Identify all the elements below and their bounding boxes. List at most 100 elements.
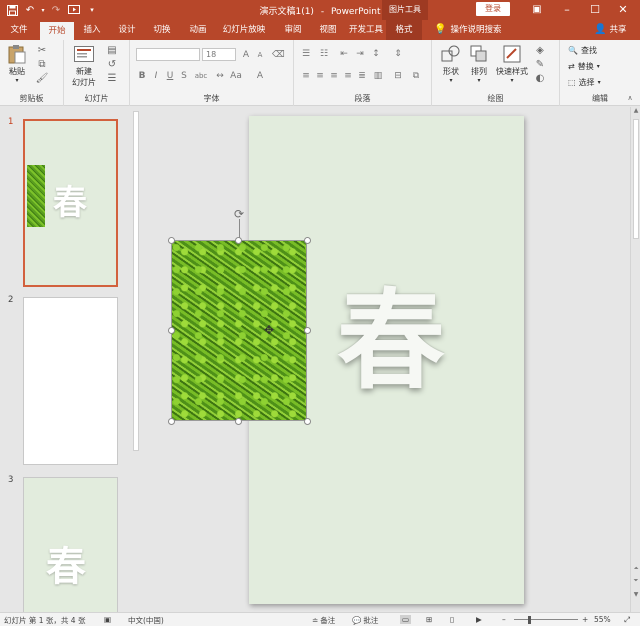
ribbon-display-options-icon[interactable]: ▣ [522, 0, 552, 20]
strikethrough-icon[interactable]: abc [192, 70, 210, 82]
align-right-icon[interactable]: ≡ [328, 70, 340, 82]
tab-design[interactable]: 设计 [112, 20, 142, 40]
zoom-slider-track[interactable] [514, 619, 578, 620]
shape-fill-icon[interactable]: ◈ [534, 44, 546, 56]
tab-animations[interactable]: 动画 [183, 20, 213, 40]
text-direction-icon[interactable]: ⇕ [392, 48, 404, 60]
columns-icon[interactable]: ▥ [372, 70, 384, 82]
zoom-out-icon[interactable]: – [502, 615, 506, 624]
language-indicator[interactable]: 中文(中国) [128, 615, 164, 626]
tab-view[interactable]: 视图 [313, 20, 343, 40]
tab-home[interactable]: 开始 [40, 22, 74, 40]
shadow-icon[interactable]: S [178, 70, 190, 82]
editing-scrollbar[interactable]: ▲ ⏶ ⏷ ▼ [630, 107, 640, 612]
resize-handle-bottom[interactable] [235, 418, 242, 425]
slide-sorter-icon[interactable]: ⊞ [426, 615, 432, 624]
tab-transitions[interactable]: 切换 [147, 20, 177, 40]
reading-view-icon[interactable]: ▯ [450, 615, 454, 624]
italic-icon[interactable]: I [150, 70, 162, 82]
normal-view-icon[interactable]: ▭ [400, 615, 412, 624]
paste-button[interactable]: 粘贴 ▾ [4, 44, 30, 84]
editing-scroll-thumb[interactable] [633, 119, 639, 239]
section-icon[interactable]: ☰ [106, 72, 118, 84]
tell-me-search[interactable]: 💡 操作说明搜索 [434, 20, 501, 40]
copy-icon[interactable]: ⧉ [36, 58, 48, 70]
resize-handle-bottom-left[interactable] [168, 418, 175, 425]
tab-slideshow[interactable]: 幻灯片放映 [220, 20, 268, 40]
scroll-up-icon[interactable]: ▲ [632, 107, 640, 114]
zoom-slider-thumb[interactable] [528, 616, 531, 624]
zoom-level[interactable]: 55% [594, 615, 611, 624]
font-name-input[interactable] [136, 48, 200, 61]
arrange-button[interactable]: 排列 ▾ [466, 44, 492, 84]
tab-insert[interactable]: 插入 [77, 20, 107, 40]
close-icon[interactable]: ✕ [608, 0, 638, 20]
tab-file[interactable]: 文件 [4, 20, 34, 40]
underline-icon[interactable]: U [164, 70, 176, 82]
tab-developer[interactable]: 开发工具 [346, 20, 386, 40]
thumbnail-scroll-thumb[interactable] [133, 111, 139, 451]
font-color-icon[interactable]: A [254, 70, 266, 82]
distributed-icon[interactable]: ≣ [356, 70, 368, 82]
scroll-prev-slide-icon[interactable]: ⏶ [632, 565, 640, 573]
character-spacing-icon[interactable]: ↔ [214, 70, 226, 82]
format-painter-icon[interactable]: 🖌 [36, 72, 49, 84]
smartart-icon[interactable]: ⧉ [410, 70, 422, 82]
align-center-icon[interactable]: ≡ [314, 70, 326, 82]
decrease-font-icon[interactable]: A [254, 49, 266, 61]
maximize-icon[interactable]: ☐ [580, 0, 610, 20]
quick-styles-button[interactable]: 快速样式 ▾ [494, 44, 530, 84]
bold-icon[interactable]: B [136, 70, 148, 82]
change-case-icon[interactable]: Aa [230, 70, 242, 82]
resize-handle-top-right[interactable] [304, 237, 311, 244]
font-size-input[interactable]: 18 [202, 48, 236, 61]
numbering-icon[interactable]: ☷ [318, 48, 330, 60]
justify-icon[interactable]: ≡ [342, 70, 354, 82]
decrease-indent-icon[interactable]: ⇤ [338, 48, 350, 60]
increase-indent-icon[interactable]: ⇥ [354, 48, 366, 60]
cut-icon[interactable]: ✂ [36, 44, 48, 56]
find-button[interactable]: 🔍 查找 [568, 45, 597, 56]
comments-button[interactable]: 💬 批注 [352, 615, 378, 626]
scroll-down-icon[interactable]: ▼ [632, 591, 640, 598]
resize-handle-top-left[interactable] [168, 237, 175, 244]
replace-button[interactable]: ⇄ 替换 ▾ [568, 61, 600, 72]
slide-thumbnail-1[interactable]: 春 [23, 119, 118, 287]
align-text-icon[interactable]: ⊟ [392, 70, 404, 82]
spell-check-icon[interactable]: ▣ [104, 615, 111, 624]
paste-label: 粘贴 [9, 67, 25, 76]
minimize-icon[interactable]: – [552, 0, 582, 20]
resize-handle-top[interactable] [235, 237, 242, 244]
collapse-ribbon-icon[interactable]: ∧ [624, 92, 636, 104]
slide-text[interactable]: 春 [331, 271, 451, 411]
resize-handle-right[interactable] [304, 327, 311, 334]
zoom-in-icon[interactable]: + [582, 615, 588, 624]
thumbnail-scrollbar[interactable] [131, 107, 141, 612]
new-slide-button[interactable]: 新建 幻灯片 [68, 44, 100, 88]
resize-handle-bottom-right[interactable] [304, 418, 311, 425]
rotate-handle-icon[interactable]: ⟳ [233, 208, 245, 220]
slideshow-view-icon[interactable]: ▶ [476, 615, 482, 624]
shape-outline-icon[interactable]: ✎ [534, 58, 546, 70]
increase-font-icon[interactable]: A [240, 49, 252, 61]
slide-thumbnail-2[interactable] [23, 297, 118, 465]
resize-handle-left[interactable] [168, 327, 175, 334]
tab-format[interactable]: 格式 [386, 20, 422, 40]
clear-format-icon[interactable]: ⌫ [272, 49, 285, 61]
login-button[interactable]: 登录 [476, 2, 510, 16]
scroll-next-slide-icon[interactable]: ⏷ [632, 577, 640, 585]
line-spacing-icon[interactable]: ↕ [370, 48, 382, 60]
share-button[interactable]: 👤 共享 [594, 20, 626, 40]
select-button[interactable]: ⬚ 选择 ▾ [568, 77, 601, 88]
fit-slide-icon[interactable]: ⤢ [624, 615, 630, 625]
layout-icon[interactable]: ▤ [106, 44, 118, 56]
slide-thumbnail-3[interactable]: 春 [23, 477, 118, 612]
notes-button[interactable]: ≐ 备注 [312, 615, 335, 626]
reset-icon[interactable]: ↺ [106, 58, 118, 70]
shapes-button[interactable]: 形状 ▾ [438, 44, 464, 84]
bullets-icon[interactable]: ☰ [300, 48, 312, 60]
align-left-icon[interactable]: ≡ [300, 70, 312, 82]
grass-picture[interactable] [171, 240, 307, 421]
tab-review[interactable]: 审阅 [278, 20, 308, 40]
shape-effects-icon[interactable]: ◐ [534, 72, 546, 84]
